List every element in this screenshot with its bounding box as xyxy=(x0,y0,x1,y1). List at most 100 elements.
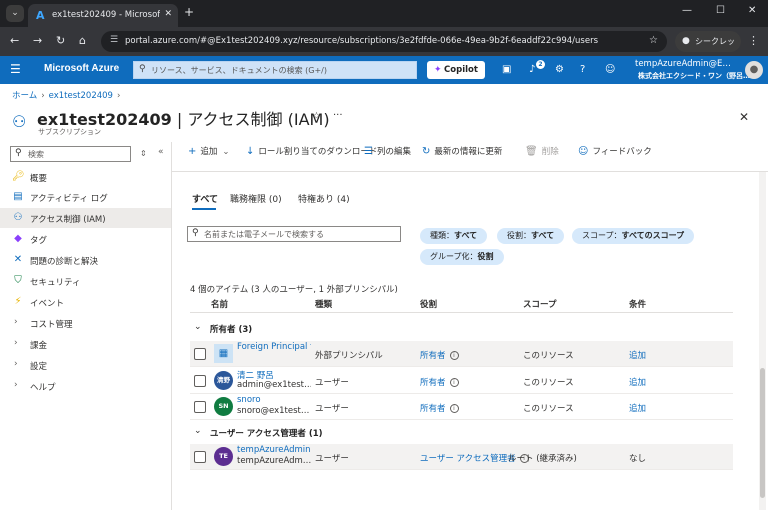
role-link[interactable]: 所有者 i xyxy=(420,376,459,388)
chevron-right-icon: › xyxy=(14,317,18,327)
favorite-star-icon[interactable]: ☆ xyxy=(312,111,321,122)
menu-item-help[interactable]: › ヘルプ xyxy=(0,376,171,396)
tab-title: ex1test202409 - Microsoft Azure xyxy=(52,10,160,20)
feedback-person-icon[interactable]: ☺ xyxy=(605,64,615,75)
table-row[interactable]: 清野 清二 野呂 admin@ex1test… ユーザー 所有者 i このリソース… xyxy=(190,368,733,394)
forward-icon[interactable]: → xyxy=(33,34,42,47)
column-header-condition[interactable]: 条件 xyxy=(629,298,646,310)
condition-add-link[interactable]: 追加 xyxy=(629,376,646,388)
edit-columns-label: 列の編集 xyxy=(376,147,411,157)
tab-job-function[interactable]: 職務権限 (0) xyxy=(230,192,282,205)
tab-close-icon[interactable]: ✕ xyxy=(164,9,172,19)
site-info-icon[interactable]: ☰ xyxy=(110,35,118,45)
tab-privileged[interactable]: 特権あり (4) xyxy=(298,192,350,205)
filter-pill-scope[interactable]: スコープ：すべてのスコープ xyxy=(572,228,695,244)
column-header-scope[interactable]: スコープ xyxy=(523,298,557,310)
row-checkbox[interactable] xyxy=(194,401,206,413)
account-org[interactable]: 株式会社エクシード・ワン（野呂… xyxy=(638,71,750,81)
role-link[interactable]: 所有者 i xyxy=(420,402,459,414)
menu-item-events[interactable]: ⚡︎ イベント xyxy=(0,292,171,312)
tab-search-icon[interactable]: ⌄ xyxy=(6,5,24,22)
incognito-indicator[interactable]: ● シークレット xyxy=(675,31,741,67)
address-bar[interactable]: ☰ portal.azure.com/#@Ex1test202409.xyz/r… xyxy=(101,31,667,52)
account-avatar[interactable]: ● xyxy=(745,61,763,79)
copilot-button[interactable]: ✦ Copilot xyxy=(427,61,485,79)
avatar: SN xyxy=(214,397,233,416)
add-button[interactable]: + 追加 ⌄ xyxy=(188,145,230,157)
table-row[interactable]: SN snoro snoro@ex1test… ユーザー 所有者 i このリソース… xyxy=(190,394,733,420)
settings-gear-icon[interactable]: ⚙ xyxy=(555,64,564,75)
content-scrollbar[interactable] xyxy=(759,172,766,510)
name-email-search-input[interactable]: ⚲ 名前または電子メールで検索する xyxy=(187,226,401,242)
refresh-button[interactable]: ↻ 最新の情報に更新 xyxy=(422,145,502,157)
group-header-owner[interactable]: ⌄ 所有者 (3) xyxy=(190,318,733,338)
condition-add-link[interactable]: 追加 xyxy=(629,402,646,414)
browser-tab[interactable]: A ex1test202409 - Microsoft Azure ✕ xyxy=(28,4,178,27)
menu-item-iam[interactable]: ⚇ アクセス制御 (IAM) xyxy=(0,208,171,228)
menu-item-settings[interactable]: › 設定 xyxy=(0,355,171,375)
menu-item-label: アクセス制御 (IAM) xyxy=(30,215,106,225)
menu-search-input[interactable]: ⚲ 検索 xyxy=(10,146,131,162)
filter-pill-group-by[interactable]: グループ化：役割 xyxy=(420,249,504,265)
window-close-icon[interactable]: ✕ xyxy=(748,5,756,16)
row-checkbox[interactable] xyxy=(194,451,206,463)
home-icon[interactable]: ⌂ xyxy=(79,34,86,47)
azure-brand[interactable]: Microsoft Azure xyxy=(44,63,119,74)
bookmark-star-icon[interactable]: ☆ xyxy=(649,35,658,46)
edit-columns-button[interactable]: ☰ 列の編集 xyxy=(364,145,411,157)
maximize-icon[interactable]: ☐ xyxy=(716,5,725,16)
breadcrumb-subscription[interactable]: ex1test202409 xyxy=(49,91,113,101)
role-link[interactable]: 所有者 i xyxy=(420,349,459,361)
info-icon[interactable]: i xyxy=(449,378,459,387)
menu-item-cost-management[interactable]: › コスト管理 xyxy=(0,313,171,333)
new-tab-icon[interactable]: + xyxy=(184,5,194,19)
notifications-icon[interactable]: ♪ xyxy=(529,64,535,75)
help-icon[interactable]: ? xyxy=(580,64,585,75)
chevron-down-icon[interactable]: ⌄ xyxy=(194,322,202,332)
column-header-role[interactable]: 役割 xyxy=(420,298,437,310)
condition-add-link[interactable]: 追加 xyxy=(629,349,646,361)
browser-menu-icon[interactable]: ⋮ xyxy=(748,34,759,47)
principal-name[interactable]: tempAzureAdmin xyxy=(237,445,311,455)
menu-item-security[interactable]: ⛉ セキュリティ xyxy=(0,271,171,291)
menu-item-activity-log[interactable]: ▤ アクティビティ ログ xyxy=(0,187,171,207)
scrollbar-thumb[interactable] xyxy=(760,368,765,498)
close-blade-icon[interactable]: ✕ xyxy=(739,110,749,124)
row-checkbox[interactable] xyxy=(194,348,206,360)
reload-icon[interactable]: ↻ xyxy=(56,34,65,47)
info-icon[interactable]: i xyxy=(449,351,459,360)
minimize-icon[interactable]: — xyxy=(682,5,692,16)
group-header-user-access-admin[interactable]: ⌄ ユーザー アクセス管理者 (1) xyxy=(190,422,733,442)
cloud-shell-icon[interactable]: ▣ xyxy=(502,64,511,75)
account-name[interactable]: tempAzureAdmin@E… xyxy=(635,59,731,69)
row-checkbox[interactable] xyxy=(194,375,206,387)
back-icon[interactable]: ← xyxy=(10,34,19,47)
more-options-icon[interactable]: ··· xyxy=(333,110,343,121)
global-search-input[interactable]: ⚲ リソース、サービス、ドキュメントの検索 (G+/) xyxy=(133,61,417,79)
table-row[interactable]: ▦ Foreign Principal f 外部プリンシパル 所有者 i このリソ… xyxy=(190,341,733,367)
sort-icon[interactable]: ⇕ xyxy=(140,149,147,158)
info-icon[interactable]: i xyxy=(449,404,459,413)
principal-name[interactable]: snoro xyxy=(237,395,311,405)
chevron-down-icon[interactable]: ⌄ xyxy=(194,426,202,436)
filter-pill-role[interactable]: 役割：すべて xyxy=(497,228,565,244)
iam-page: ホーム › ex1test202409 › ⚇ ex1test202409 | アクセ… xyxy=(0,84,768,510)
item-count: 4 個のアイテム (3 人のユーザー, 1 外部プリンシパル) xyxy=(190,285,398,295)
feedback-button[interactable]: ☺ フィードバック xyxy=(578,145,652,157)
collapse-menu-icon[interactable]: « xyxy=(158,147,164,157)
menu-item-diagnose[interactable]: ✕ 問題の診断と解決 xyxy=(0,250,171,270)
menu-search-placeholder: 検索 xyxy=(28,150,44,159)
delete-button[interactable]: 🗑︎ 削除 xyxy=(525,145,559,157)
menu-item-tags[interactable]: ◆ タグ xyxy=(0,229,171,249)
download-assignments-button[interactable]: ↓ ロール割り当てのダウンロード xyxy=(246,145,377,157)
table-row[interactable]: TE tempAzureAdmin tempAzureAdm… ユーザー ユーザ… xyxy=(190,444,733,470)
portal-menu-icon[interactable]: ☰ xyxy=(10,62,21,76)
filter-pill-type[interactable]: 種類：すべて xyxy=(420,228,488,244)
menu-item-overview[interactable]: 🔑︎ 概要 xyxy=(0,167,171,187)
tab-all[interactable]: すべて xyxy=(192,192,218,205)
column-header-type[interactable]: 種類 xyxy=(315,298,332,310)
principal-name[interactable]: Foreign Principal f xyxy=(237,342,311,352)
menu-item-billing[interactable]: › 課金 xyxy=(0,334,171,354)
breadcrumb-home[interactable]: ホーム xyxy=(12,91,37,101)
column-header-name[interactable]: 名前 xyxy=(211,298,228,310)
